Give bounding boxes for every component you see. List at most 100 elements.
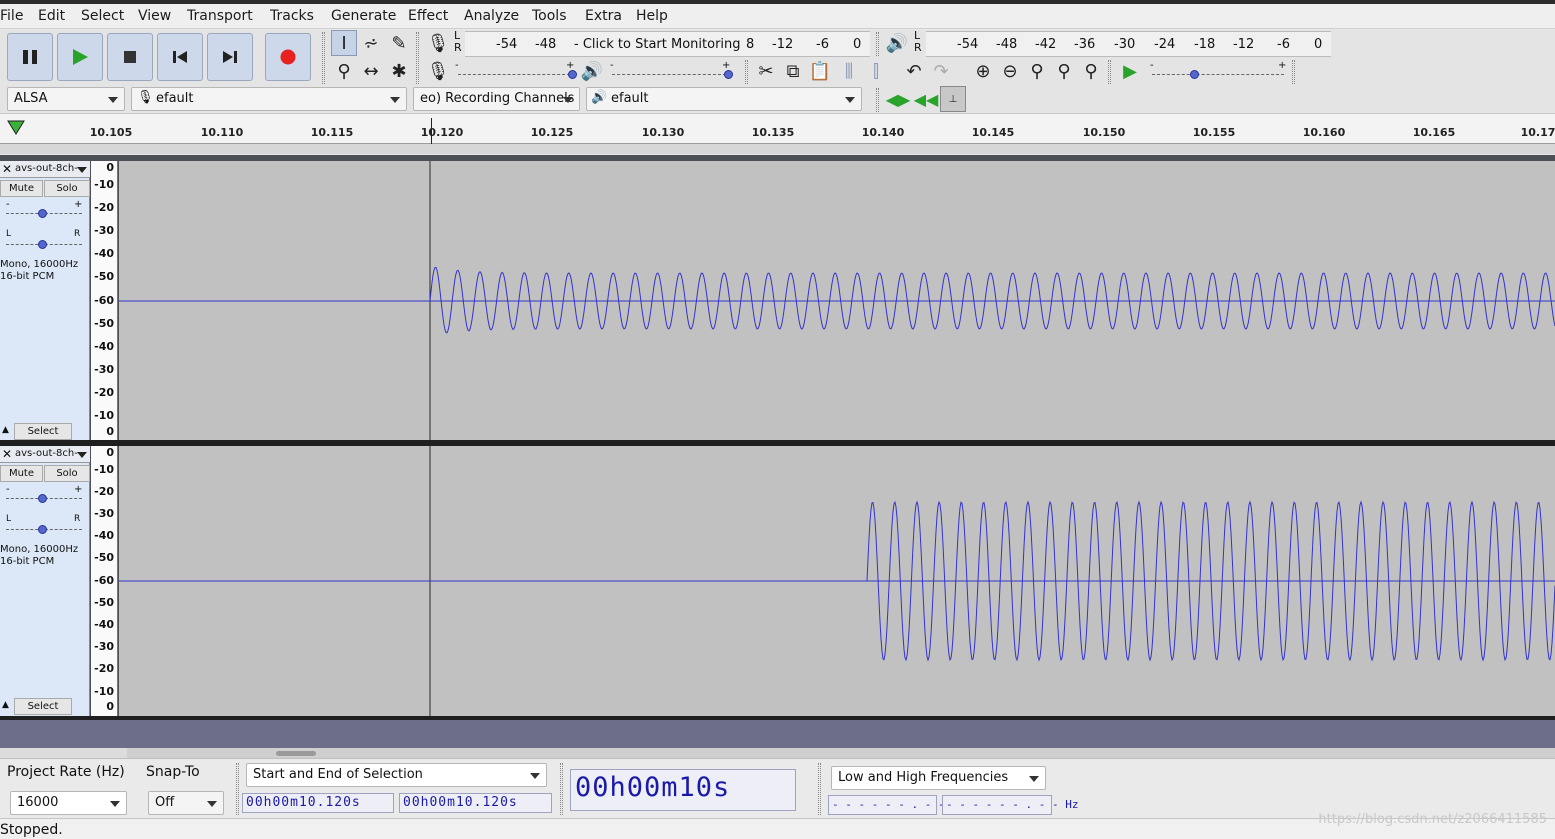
fit-project-button[interactable]: ⚲ bbox=[1051, 58, 1077, 84]
track-control-panel[interactable]: ✕ avs-out-8ch- Mute Solo - + L R Mono, 1… bbox=[0, 446, 90, 716]
toolbar-grip[interactable] bbox=[416, 32, 419, 84]
record-meter-button[interactable]: 🎙 bbox=[425, 30, 451, 56]
menu-view[interactable]: View bbox=[138, 8, 171, 24]
menu-tracks[interactable]: Tracks bbox=[270, 8, 314, 24]
zoom-out-button[interactable]: ⊖ bbox=[997, 58, 1023, 84]
track-name-bar[interactable]: ✕ avs-out-8ch- bbox=[0, 161, 90, 178]
pan-knob[interactable] bbox=[38, 525, 47, 534]
toolbar-grip[interactable] bbox=[876, 32, 879, 56]
audio-host-select[interactable]: ALSA bbox=[7, 87, 125, 111]
paste-button[interactable]: 📋 bbox=[807, 58, 833, 84]
recording-channels-select[interactable]: eo) Recording Channels bbox=[413, 87, 580, 111]
track-name[interactable]: avs-out-8ch- bbox=[15, 163, 78, 174]
playback-device-select[interactable]: 🔊 efault bbox=[586, 87, 862, 111]
solo-button[interactable]: Solo bbox=[44, 180, 90, 197]
horizontal-scrollbar[interactable] bbox=[0, 748, 1555, 758]
snap-to-select[interactable]: Off bbox=[148, 791, 224, 815]
recording-volume-slider[interactable] bbox=[458, 74, 570, 75]
toolbar-grip[interactable] bbox=[1108, 60, 1111, 84]
selection-mode-select[interactable]: Start and End of Selection bbox=[246, 763, 547, 787]
skip-to-end-button[interactable] bbox=[207, 33, 253, 81]
toolbar-grip[interactable] bbox=[560, 763, 563, 815]
play-at-speed-button[interactable]: ▶ bbox=[1117, 58, 1143, 84]
stop-button[interactable] bbox=[107, 33, 153, 81]
track-name-bar[interactable]: ✕ avs-out-8ch- bbox=[0, 446, 90, 463]
scrollbar-thumb[interactable] bbox=[276, 751, 316, 756]
redo-button[interactable]: ↷ bbox=[928, 58, 954, 84]
collapse-track-icon[interactable]: ▲ bbox=[2, 700, 9, 710]
close-track-icon[interactable]: ✕ bbox=[2, 447, 12, 461]
record-meter[interactable]: -54 -48 - Click to Start Monitoring 8 -1… bbox=[465, 31, 870, 57]
fit-selection-button[interactable]: ⚲ bbox=[1024, 58, 1050, 84]
menu-transport[interactable]: Transport bbox=[187, 8, 253, 24]
toolbar-grip[interactable] bbox=[818, 763, 821, 815]
time-shift-tool[interactable]: ↔ bbox=[358, 58, 384, 84]
ruler-scrub-bar[interactable] bbox=[0, 144, 1555, 154]
multi-tool[interactable]: ✱ bbox=[386, 58, 412, 84]
mute-button[interactable]: Mute bbox=[0, 180, 43, 197]
playback-volume-knob[interactable] bbox=[724, 70, 733, 79]
menu-effect[interactable]: Effect bbox=[408, 8, 448, 24]
project-rate-select[interactable]: 16000 bbox=[10, 791, 127, 815]
select-track-button[interactable]: Select bbox=[14, 698, 72, 715]
zoom-in-button[interactable]: ⊕ bbox=[970, 58, 996, 84]
collapse-track-icon[interactable]: ▲ bbox=[2, 425, 9, 435]
toolbar-grip[interactable] bbox=[322, 32, 325, 84]
play-speed-knob[interactable] bbox=[1190, 70, 1199, 79]
play-button[interactable] bbox=[57, 33, 103, 81]
play-speed-slider[interactable] bbox=[1152, 74, 1284, 75]
selection-tool[interactable]: I bbox=[331, 30, 357, 56]
toolbar-grip[interactable] bbox=[1292, 60, 1295, 84]
toolbar-grip[interactable] bbox=[876, 88, 879, 112]
skip-to-start-button[interactable] bbox=[157, 33, 203, 81]
waveform-track-1[interactable] bbox=[119, 161, 1555, 440]
pan-knob[interactable] bbox=[38, 240, 47, 249]
timeline-options-icon[interactable] bbox=[6, 119, 26, 137]
track-menu-icon[interactable] bbox=[77, 452, 87, 458]
pin-playhead-button[interactable]: ⊥ bbox=[940, 86, 966, 112]
track-menu-icon[interactable] bbox=[77, 167, 87, 173]
selection-start-time[interactable]: 00h00m10.120s bbox=[242, 793, 394, 813]
spectral-selection-mode[interactable]: Low and High Frequencies bbox=[831, 766, 1046, 790]
close-track-icon[interactable]: ✕ bbox=[2, 162, 12, 176]
monitor-prompt[interactable]: - Click to Start Monitoring bbox=[574, 37, 741, 52]
recording-volume-knob[interactable] bbox=[568, 70, 577, 79]
recording-device-select[interactable]: 🎙 efault bbox=[131, 87, 407, 111]
menu-edit[interactable]: Edit bbox=[38, 8, 65, 24]
low-frequency-field[interactable]: - - - - - - . - - Hz bbox=[828, 795, 964, 815]
menu-extra[interactable]: Extra bbox=[585, 8, 622, 24]
vertical-scale[interactable]: 0 -10 -20 -30 -40 -50 -60 -50 -40 -30 -2… bbox=[91, 161, 118, 440]
draw-tool[interactable]: ✎ bbox=[386, 30, 412, 56]
high-frequency-field[interactable]: - - - - - - . - - Hz bbox=[942, 795, 1078, 815]
undo-button[interactable]: ↶ bbox=[901, 58, 927, 84]
scrollbar-track[interactable] bbox=[127, 748, 1555, 758]
play-meter[interactable]: -54 -48 -42 -36 -30 -24 -18 -12 -6 0 bbox=[926, 31, 1331, 57]
toolbar-grip[interactable] bbox=[236, 763, 239, 815]
seek-button[interactable]: ◀◀ bbox=[912, 86, 940, 112]
silence-button[interactable]: ⫿ bbox=[863, 58, 889, 84]
copy-button[interactable]: ⧉ bbox=[780, 58, 806, 84]
vertical-scale[interactable]: 0 -10 -20 -30 -40 -50 -60 -50 -40 -30 -2… bbox=[91, 446, 118, 716]
selection-end-time[interactable]: 00h00m10.120s bbox=[399, 793, 552, 813]
solo-button[interactable]: Solo bbox=[44, 465, 90, 482]
menu-analyze[interactable]: Analyze bbox=[464, 8, 519, 24]
zoom-toggle-button[interactable]: ⚲ bbox=[1078, 58, 1104, 84]
audio-position-time[interactable]: 00h00m10s bbox=[570, 769, 796, 811]
track-name[interactable]: avs-out-8ch- bbox=[15, 448, 78, 459]
pause-button[interactable] bbox=[7, 33, 53, 81]
play-meter-button[interactable]: 🔊 bbox=[884, 30, 910, 56]
record-button[interactable] bbox=[265, 33, 311, 81]
track-control-panel[interactable]: ✕ avs-out-8ch- Mute Solo - + L R Mono, 1… bbox=[0, 161, 90, 440]
zoom-tool[interactable]: ⚲ bbox=[331, 58, 357, 84]
gain-knob[interactable] bbox=[38, 494, 47, 503]
scrub-button[interactable]: ◀▶ bbox=[884, 86, 912, 112]
menu-tools[interactable]: Tools bbox=[532, 8, 567, 24]
envelope-tool[interactable]: ⩫ bbox=[358, 30, 384, 56]
toolbar-grip[interactable] bbox=[745, 60, 748, 84]
mute-button[interactable]: Mute bbox=[0, 465, 43, 482]
menu-select[interactable]: Select bbox=[81, 8, 124, 24]
select-track-button[interactable]: Select bbox=[14, 423, 72, 440]
cut-button[interactable]: ✂ bbox=[753, 58, 779, 84]
trim-button[interactable]: ⫼ bbox=[836, 58, 862, 84]
waveform-track-2[interactable] bbox=[119, 446, 1555, 716]
